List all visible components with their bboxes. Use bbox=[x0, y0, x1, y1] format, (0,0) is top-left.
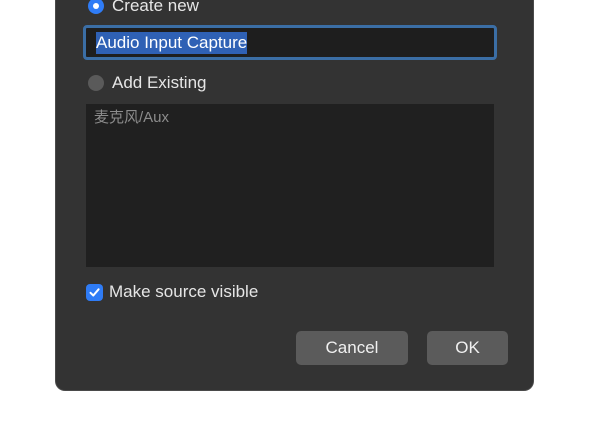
ok-button[interactable]: OK bbox=[427, 331, 508, 365]
make-visible-checkbox[interactable] bbox=[86, 283, 103, 301]
list-item[interactable]: 麦克风/Aux bbox=[94, 108, 486, 128]
make-visible-label: Make source visible bbox=[109, 282, 259, 301]
cancel-button[interactable]: Cancel bbox=[296, 331, 408, 365]
existing-sources-list[interactable]: 麦克风/Aux bbox=[86, 104, 494, 267]
add-existing-option[interactable]: Add Existing bbox=[88, 73, 207, 93]
add-existing-radio[interactable] bbox=[88, 75, 104, 91]
source-name-input[interactable]: Audio Input Capture bbox=[83, 25, 497, 60]
create-new-label: Create new bbox=[112, 0, 199, 15]
add-existing-label: Add Existing bbox=[112, 73, 207, 92]
create-new-radio[interactable] bbox=[88, 0, 104, 14]
checkmark-icon bbox=[89, 287, 100, 296]
create-new-option[interactable]: Create new bbox=[88, 0, 199, 16]
make-source-visible-option[interactable]: Make source visible bbox=[86, 282, 258, 302]
source-name-value: Audio Input Capture bbox=[96, 31, 248, 54]
